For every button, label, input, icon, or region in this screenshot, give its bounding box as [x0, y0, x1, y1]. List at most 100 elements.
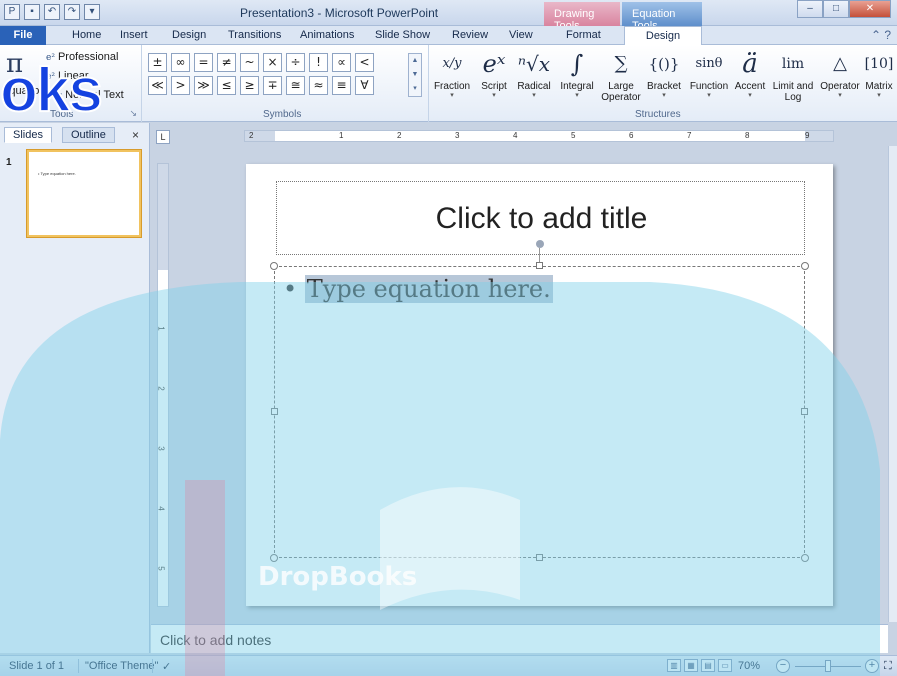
- resize-handle[interactable]: [270, 554, 278, 562]
- tab-animations[interactable]: Animations: [300, 26, 354, 45]
- symbol-much-less[interactable]: ≪: [148, 76, 167, 95]
- resize-handle[interactable]: [270, 262, 278, 270]
- rotation-handle[interactable]: [536, 240, 544, 248]
- symbol-divide[interactable]: ÷: [286, 53, 305, 72]
- symbol-minus-plus[interactable]: ∓: [263, 76, 282, 95]
- customize-icon[interactable]: ▾: [84, 4, 100, 20]
- reading-view-icon[interactable]: ▤: [701, 659, 715, 672]
- ruler-tick: 1: [157, 326, 166, 331]
- vertical-ruler[interactable]: 1 2 3 4 5: [157, 163, 169, 607]
- symbol-congruent[interactable]: ≅: [286, 76, 305, 95]
- symbol-approx[interactable]: ≈: [309, 76, 328, 95]
- symbol-tilde[interactable]: ~: [240, 53, 259, 72]
- help-icon[interactable]: ⌃ ?: [871, 28, 891, 42]
- theme-name[interactable]: "Office Theme": [85, 660, 158, 672]
- zoom-in-icon[interactable]: +: [865, 659, 879, 673]
- radical-button[interactable]: ⁿ√x Radical ▾: [514, 47, 554, 100]
- chevron-down-icon: ▾: [838, 92, 842, 99]
- tab-transitions[interactable]: Transitions: [228, 26, 281, 45]
- tab-slides[interactable]: Slides: [4, 127, 52, 143]
- symbol-not-equal[interactable]: ≠: [217, 53, 236, 72]
- tab-stop-selector[interactable]: L: [156, 130, 170, 144]
- resize-handle[interactable]: [801, 554, 809, 562]
- normal-view-icon[interactable]: ▥: [667, 659, 681, 672]
- equation-text[interactable]: Type equation here.: [304, 275, 553, 303]
- script-button[interactable]: eˣ Script ▾: [475, 47, 513, 100]
- zoom-level[interactable]: 70%: [738, 660, 760, 672]
- ruler-tick: 4: [157, 506, 166, 511]
- tab-home[interactable]: Home: [72, 26, 101, 45]
- vertical-scrollbar[interactable]: [888, 146, 897, 622]
- minimize-icon[interactable]: –: [797, 0, 823, 18]
- window-controls: – □ ✕: [797, 0, 891, 18]
- matrix-button[interactable]: [10] Matrix ▾: [862, 47, 896, 100]
- fit-slide-icon[interactable]: ⛶: [884, 660, 892, 673]
- bracket-button[interactable]: {()} Bracket ▾: [642, 47, 686, 100]
- resize-handle[interactable]: [801, 408, 808, 415]
- equation-line[interactable]: • Type equation here.: [283, 275, 553, 303]
- symbol-less-than[interactable]: <: [355, 53, 374, 72]
- zoom-out-icon[interactable]: −: [776, 659, 790, 673]
- equation-content-box[interactable]: • Type equation here.: [274, 266, 805, 558]
- symbol-factorial[interactable]: !: [309, 53, 328, 72]
- symbol-identical[interactable]: ≡: [332, 76, 351, 95]
- horizontal-ruler[interactable]: 2 1 2 3 4 5 6 7 8 9: [244, 130, 834, 142]
- function-button[interactable]: sinθ Function ▾: [686, 47, 732, 100]
- fraction-button[interactable]: x/y Fraction ▾: [430, 47, 474, 100]
- symbol-less-equal[interactable]: ≤: [217, 76, 236, 95]
- spelling-check-icon[interactable]: ✓: [162, 660, 171, 673]
- slide-sorter-icon[interactable]: ▦: [684, 659, 698, 672]
- redo-icon[interactable]: ↷: [64, 4, 80, 20]
- bracket-icon: {()}: [648, 55, 680, 73]
- limit-icon: lim: [781, 56, 805, 72]
- script-icon: eˣ: [482, 50, 506, 78]
- resize-handle[interactable]: [536, 554, 543, 561]
- accent-button[interactable]: ä Accent ▾: [732, 47, 768, 100]
- zoom-slider-thumb[interactable]: [825, 660, 831, 672]
- ruler-tick: 7: [687, 131, 692, 140]
- slide-number: 1: [6, 157, 12, 168]
- resize-handle[interactable]: [801, 262, 809, 270]
- resize-handle[interactable]: [536, 262, 543, 269]
- operator-button[interactable]: △ Operator ▾: [818, 47, 862, 100]
- tab-equation-design[interactable]: Design: [624, 26, 702, 45]
- close-icon[interactable]: ✕: [849, 0, 891, 18]
- slide-show-icon[interactable]: ▭: [718, 659, 732, 672]
- tab-file[interactable]: File: [0, 26, 46, 45]
- symbol-infinity[interactable]: ∞: [171, 53, 190, 72]
- close-icon[interactable]: ×: [132, 128, 139, 142]
- symbols-scroll[interactable]: ▲ ▼ ▾: [408, 53, 422, 97]
- ruler-tick: 2: [397, 131, 402, 140]
- resize-handle[interactable]: [271, 408, 278, 415]
- integral-icon: ∫: [570, 50, 584, 78]
- symbol-greater-than[interactable]: >: [171, 76, 190, 95]
- symbol-proportional[interactable]: ∝: [332, 53, 351, 72]
- tab-format[interactable]: Format: [566, 26, 601, 45]
- tab-view[interactable]: View: [509, 26, 533, 45]
- maximize-icon[interactable]: □: [823, 0, 849, 18]
- slide-canvas[interactable]: Click to add title • Type equation here.: [246, 164, 833, 606]
- symbol-plus-minus[interactable]: ±: [148, 53, 167, 72]
- symbol-equals[interactable]: =: [194, 53, 213, 72]
- tab-insert[interactable]: Insert: [120, 26, 148, 45]
- symbol-greater-equal[interactable]: ≥: [240, 76, 259, 95]
- save-icon[interactable]: ▪: [24, 4, 40, 20]
- dialog-launcher-icon[interactable]: ↘: [129, 108, 137, 119]
- undo-icon[interactable]: ↶: [44, 4, 60, 20]
- operator-icon: △: [833, 53, 847, 74]
- tab-slide-show[interactable]: Slide Show: [375, 26, 430, 45]
- symbol-for-all[interactable]: ∀: [355, 76, 374, 95]
- tab-review[interactable]: Review: [452, 26, 488, 45]
- symbol-much-greater[interactable]: ≫: [194, 76, 213, 95]
- chevron-down-icon: ▾: [532, 92, 536, 99]
- app-icon[interactable]: P: [4, 4, 20, 20]
- slide-thumbnail[interactable]: • Type equation here.: [27, 150, 141, 237]
- large-operator-button[interactable]: ∑ Large Operator: [600, 47, 642, 103]
- chevron-down-icon: ▾: [662, 92, 666, 99]
- limit-and-log-button[interactable]: lim Limit and Log: [768, 47, 818, 103]
- tab-outline[interactable]: Outline: [62, 127, 115, 143]
- tab-design[interactable]: Design: [172, 26, 206, 45]
- notes-pane[interactable]: Click to add notes: [151, 624, 888, 653]
- integral-button[interactable]: ∫ Integral ▾: [555, 47, 599, 100]
- symbol-times[interactable]: ×: [263, 53, 282, 72]
